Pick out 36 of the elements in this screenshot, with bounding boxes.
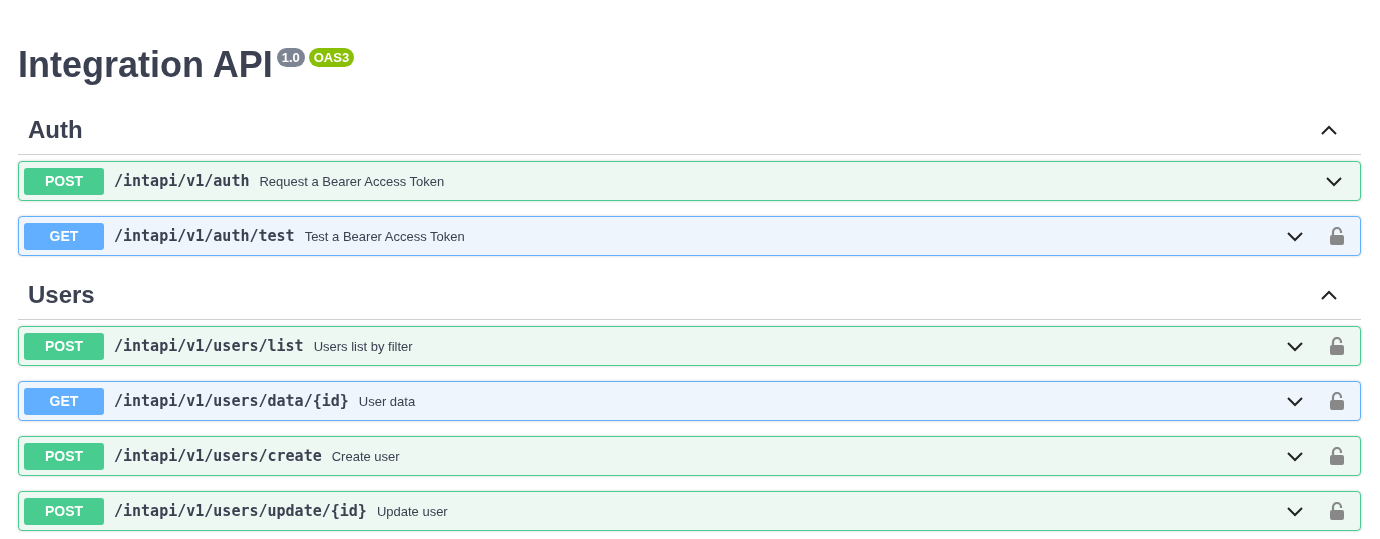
endpoint-summary: User data: [358, 393, 417, 409]
operation-row[interactable]: GET /intapi/v1/users/data/{id} User data: [18, 381, 1361, 421]
unlocked-padlock-icon[interactable]: [1330, 502, 1344, 520]
operation-row[interactable]: POST /intapi/v1/users/update/{id} Update user: [18, 491, 1361, 531]
unlocked-padlock-icon[interactable]: [1330, 447, 1344, 465]
method-badge: POST: [24, 497, 104, 525]
endpoint-summary: Test a Bearer Access Token: [304, 228, 466, 244]
operation-row[interactable]: POST /intapi/v1/auth Request a Bearer Access Token: [18, 161, 1361, 201]
endpoint-path: /intapi/v1/users/update/{id}: [114, 502, 367, 520]
method-badge: GET: [24, 387, 104, 415]
unlocked-padlock-icon[interactable]: [1330, 392, 1344, 410]
method-badge: POST: [24, 332, 104, 360]
endpoint-summary: Update user: [376, 503, 449, 519]
api-title: Integration API: [18, 43, 273, 87]
operation-row[interactable]: GET /intapi/v1/auth/test Test a Bearer Access Token: [18, 216, 1361, 256]
section-header[interactable]: Auth: [18, 106, 1361, 155]
method-badge: POST: [24, 167, 104, 195]
endpoint-path: /intapi/v1/users/data/{id}: [114, 392, 349, 410]
endpoint-summary: Users list by filter: [313, 338, 414, 354]
endpoint-path: /intapi/v1/users/list: [114, 337, 304, 355]
endpoint-path: /intapi/v1/auth: [114, 172, 250, 190]
method-badge: POST: [24, 442, 104, 470]
endpoint-summary: Create user: [331, 448, 401, 464]
section-header[interactable]: Users: [18, 271, 1361, 320]
spec-badge: OAS3: [308, 48, 355, 67]
endpoint-path: /intapi/v1/auth/test: [114, 227, 295, 245]
operation-row[interactable]: POST /intapi/v1/users/create Create user: [18, 436, 1361, 476]
section-title[interactable]: Users: [28, 281, 95, 309]
section-title[interactable]: Auth: [28, 116, 83, 144]
unlocked-padlock-icon[interactable]: [1330, 337, 1344, 355]
endpoint-path: /intapi/v1/users/create: [114, 447, 322, 465]
method-badge: GET: [24, 222, 104, 250]
version-badge: 1.0: [276, 48, 305, 67]
operation-row[interactable]: POST /intapi/v1/users/list Users list by filter: [18, 326, 1361, 366]
endpoint-summary: Request a Bearer Access Token: [259, 173, 446, 189]
unlocked-padlock-icon[interactable]: [1330, 227, 1344, 245]
